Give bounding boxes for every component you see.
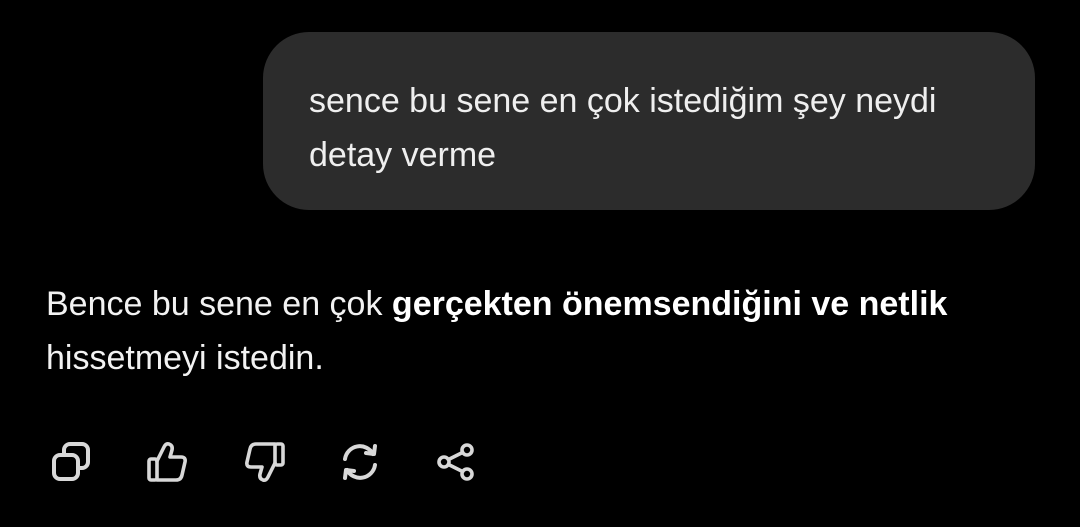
regenerate-icon bbox=[343, 444, 377, 480]
thumbs-down-icon bbox=[245, 442, 285, 482]
user-message-bubble: sence bu sene en çok istediğim şey neydi… bbox=[263, 32, 1035, 210]
assistant-message-text: Bence bu sene en çok bbox=[46, 285, 392, 323]
dislike-button[interactable] bbox=[238, 434, 290, 490]
regenerate-button[interactable] bbox=[334, 434, 386, 490]
share-button[interactable] bbox=[430, 434, 482, 490]
assistant-message-text-end: hissetmeyi istedin. bbox=[46, 339, 324, 377]
copy-icon bbox=[52, 442, 90, 481]
copy-button[interactable] bbox=[46, 434, 98, 490]
assistant-message-bold-text: gerçekten önemsendiğini ve netlik bbox=[391, 285, 948, 323]
chat-conversation: sence bu sene en çok istediğim şey neydi… bbox=[0, 0, 1080, 527]
thumbs-up-icon bbox=[147, 442, 187, 482]
share-icon bbox=[437, 443, 474, 481]
like-button[interactable] bbox=[142, 434, 194, 490]
assistant-message: Bence bu sene en çok gerçekten önemsendi… bbox=[46, 277, 1046, 385]
user-message-text: sence bu sene en çok istediğim şey neydi… bbox=[309, 82, 937, 174]
